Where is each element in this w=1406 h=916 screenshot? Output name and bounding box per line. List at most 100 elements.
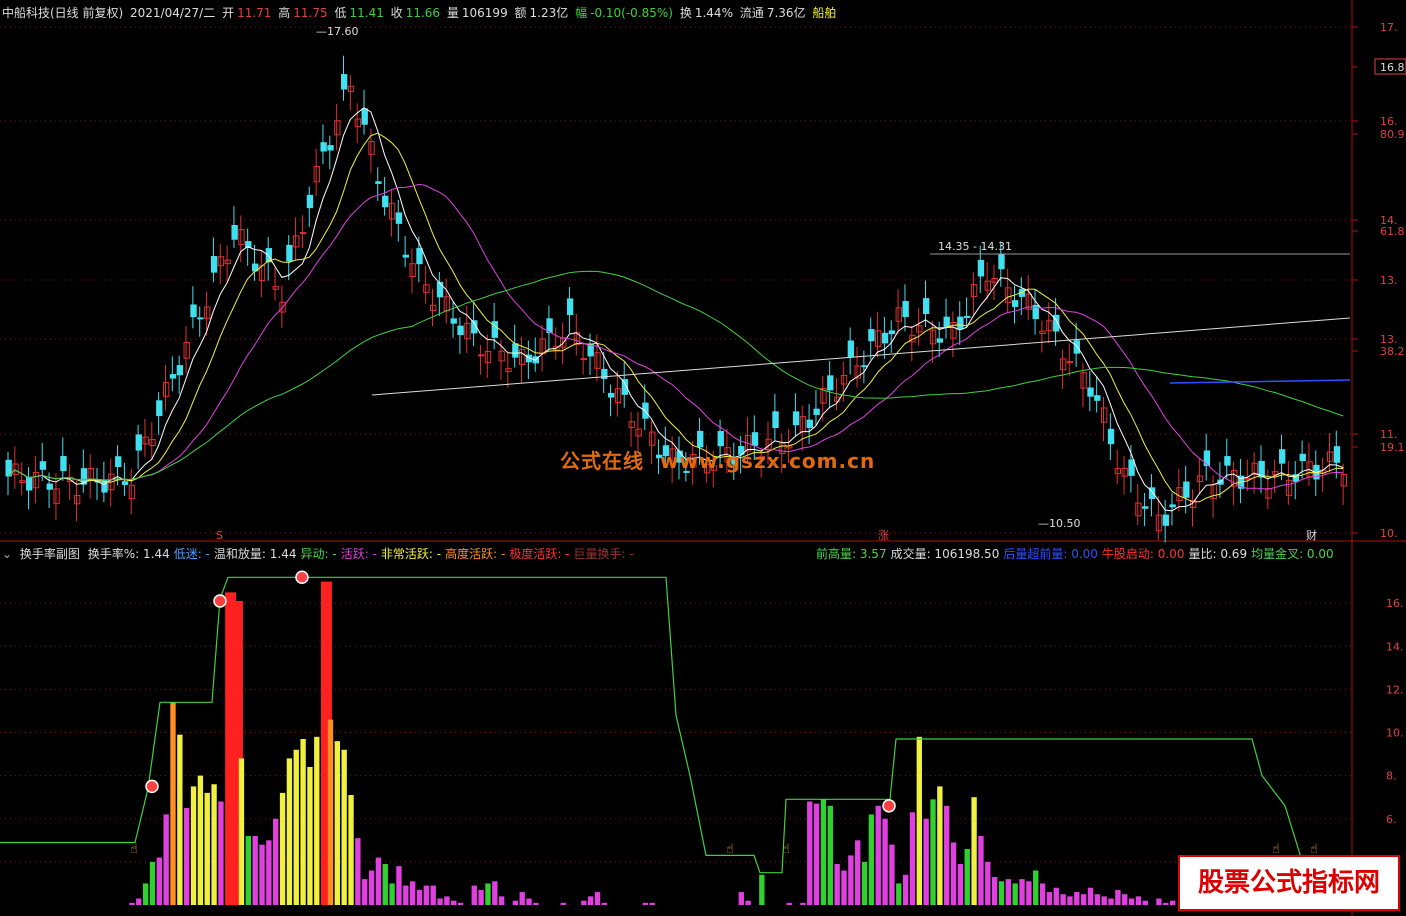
candle-body xyxy=(580,358,587,361)
turnover-bar xyxy=(498,896,505,905)
indicator-item-r-2: 后量超前量: 0.00 xyxy=(1003,547,1098,561)
turnover-bar xyxy=(327,719,334,905)
candle-body xyxy=(128,484,136,500)
price-axis-label: 61.8 xyxy=(1380,225,1405,238)
turnover-bar xyxy=(1108,898,1114,905)
candle-body xyxy=(840,375,848,385)
candle-body xyxy=(936,338,944,343)
candle-body xyxy=(1169,504,1176,508)
candle-body xyxy=(115,456,122,467)
candle-body xyxy=(176,365,184,376)
candle-body xyxy=(635,428,642,437)
sector-name[interactable]: 船舶 xyxy=(812,6,836,20)
turnover-bar xyxy=(348,795,354,905)
turnover-bar xyxy=(471,885,477,905)
candle-body xyxy=(382,195,389,208)
turnover-bar xyxy=(923,818,929,905)
vol-label: 量 xyxy=(446,6,459,20)
turnover-bar xyxy=(266,840,272,905)
candle-body xyxy=(1142,506,1149,509)
candle-body xyxy=(964,315,971,318)
turnover-bar xyxy=(1053,887,1059,905)
turnover-bar xyxy=(375,857,382,905)
sub-chart-header: ⌄ 换手率副图 换手率%: 1.44 低迷: - 温和放量: 1.44 异动: - 活跃… xyxy=(2,545,638,562)
turnover-bar xyxy=(252,836,258,905)
s-marker: S xyxy=(216,529,223,542)
turnover-bar xyxy=(403,885,409,905)
turnover-bar xyxy=(519,892,525,905)
turnover-bar xyxy=(985,861,991,905)
turnover-bar xyxy=(1094,894,1101,905)
candle-body xyxy=(190,304,197,318)
turnover-bar xyxy=(807,801,813,905)
candle-body xyxy=(806,419,813,429)
candle-body xyxy=(1059,358,1067,371)
candle-body xyxy=(1066,361,1074,364)
candle-body xyxy=(984,280,991,291)
candle-body xyxy=(1196,475,1204,482)
candle-body xyxy=(1176,487,1183,502)
candle-body xyxy=(594,352,601,369)
turnover-bar xyxy=(759,874,765,905)
watermark-text-1: 公式在线 xyxy=(560,449,644,473)
turnover-bar xyxy=(362,879,368,905)
candle-body xyxy=(491,321,498,338)
candle-body xyxy=(416,247,423,265)
candle-body xyxy=(1203,450,1211,467)
candle-body xyxy=(881,332,889,344)
turnover-bar xyxy=(273,818,279,905)
candle-body xyxy=(847,340,855,357)
candle-body xyxy=(916,325,923,333)
candle-body xyxy=(929,329,937,345)
turnover-bar xyxy=(211,784,217,905)
turnover-bar xyxy=(1128,898,1135,905)
collapse-icon[interactable]: ⌄ xyxy=(2,547,12,561)
turnover-bar xyxy=(259,844,265,905)
candle-body xyxy=(1121,467,1128,477)
turnover-bar xyxy=(526,898,532,905)
sub-axis-label: 12. xyxy=(1386,683,1404,696)
high-label: 高 xyxy=(278,6,291,20)
turnover-bar xyxy=(293,749,299,905)
indicator-item-r-3: 牛股启动: 0.00 xyxy=(1101,547,1185,561)
turnover-bar xyxy=(1087,887,1094,905)
vol-value: 106199 xyxy=(461,6,508,20)
candle-body xyxy=(26,476,33,491)
candle-body xyxy=(628,421,635,429)
candle-body xyxy=(46,483,53,490)
turnover-bar xyxy=(1026,881,1032,905)
stock-name: 中船科技(日线 前复权) xyxy=(2,6,124,20)
turnover-bar xyxy=(355,838,361,905)
indicator-item-4: 活跃: - xyxy=(340,547,377,561)
hand-pointer-icon: ☝ xyxy=(130,842,138,857)
candle-body xyxy=(1183,481,1190,498)
turnover-bar xyxy=(601,902,608,905)
turnover-bar xyxy=(882,818,888,905)
candle-body xyxy=(799,416,807,433)
candle-body xyxy=(772,411,779,429)
candle-body xyxy=(977,259,985,277)
candle-body xyxy=(436,281,444,298)
turnover-bar xyxy=(1135,896,1142,905)
indicator-item-6: 高度活跃: - xyxy=(445,547,506,561)
high-value: 11.75 xyxy=(293,6,328,20)
turnover-bar xyxy=(307,767,313,905)
candle-body xyxy=(1244,477,1252,480)
turnover-bar xyxy=(649,902,655,905)
watermark-box: 股票公式指标网 xyxy=(1178,855,1400,911)
turnover-bar xyxy=(937,786,943,905)
candle-body xyxy=(375,181,382,184)
candle-body xyxy=(1107,428,1115,445)
turnover-bar xyxy=(389,883,395,905)
turnover-bar xyxy=(978,836,984,905)
candle-body xyxy=(204,306,211,320)
candle-body xyxy=(149,439,156,447)
candle-body xyxy=(306,194,314,209)
candle-body xyxy=(751,432,759,446)
candle-body xyxy=(1285,479,1293,496)
turnover-bar xyxy=(492,881,498,905)
indicator-item-r-4: 量比: 0.69 xyxy=(1188,547,1248,561)
turnover-bar xyxy=(594,892,601,905)
candle-body xyxy=(970,284,978,297)
candle-body xyxy=(293,235,300,248)
